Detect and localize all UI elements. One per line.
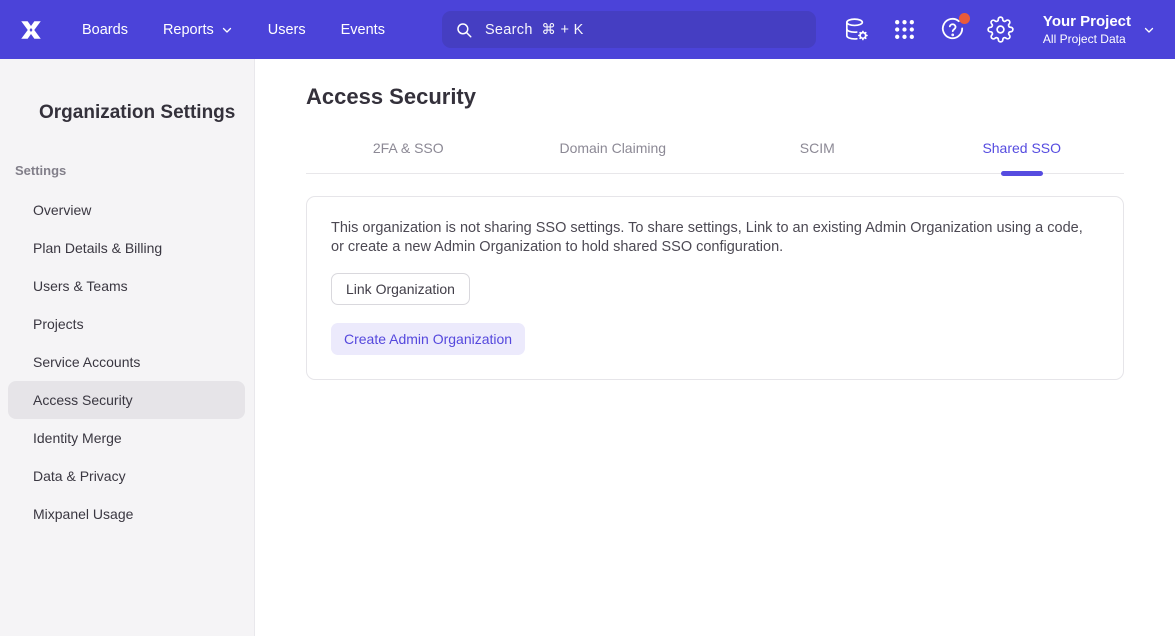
- project-switcher[interactable]: Your Project All Project Data: [1043, 13, 1155, 47]
- tab-2fa-sso[interactable]: 2FA & SSO: [306, 140, 511, 173]
- sidebar-item-identity-merge[interactable]: Identity Merge: [8, 419, 245, 457]
- tab-label: Domain Claiming: [559, 140, 666, 156]
- data-management-icon[interactable]: [843, 16, 870, 43]
- top-navigation-bar: Boards Reports Users Events: [0, 0, 1175, 59]
- search-input[interactable]: [483, 21, 803, 39]
- settings-sidebar: Organization Settings Settings Overview …: [0, 59, 255, 636]
- sidebar-item-overview[interactable]: Overview: [8, 191, 245, 229]
- link-organization-button[interactable]: Link Organization: [331, 273, 470, 305]
- page-title: Access Security: [306, 84, 1124, 110]
- nav-label-events: Events: [341, 22, 385, 38]
- notification-badge: [959, 13, 970, 24]
- nav-item-events[interactable]: Events: [341, 22, 385, 38]
- tab-scim[interactable]: SCIM: [715, 140, 920, 173]
- chevron-down-icon: [1143, 24, 1155, 36]
- nav-item-boards[interactable]: Boards: [82, 22, 128, 38]
- tab-shared-sso[interactable]: Shared SSO: [920, 140, 1125, 173]
- sidebar-section-label: Settings: [15, 163, 254, 178]
- tab-label: 2FA & SSO: [373, 140, 444, 156]
- sidebar-item-data-privacy[interactable]: Data & Privacy: [8, 457, 245, 495]
- search-icon: [455, 21, 473, 39]
- chevron-down-icon: [221, 24, 233, 36]
- shared-sso-description: This organization is not sharing SSO set…: [331, 219, 1093, 257]
- settings-gear-icon[interactable]: [987, 16, 1014, 43]
- sidebar-item-plan-details-billing[interactable]: Plan Details & Billing: [8, 229, 245, 267]
- nav-label-boards: Boards: [82, 22, 128, 38]
- create-admin-organization-button[interactable]: Create Admin Organization: [331, 323, 525, 355]
- nav-label-reports: Reports: [163, 22, 214, 38]
- active-tab-indicator: [1001, 171, 1043, 176]
- help-icon[interactable]: [939, 16, 966, 43]
- access-security-tabs: 2FA & SSO Domain Claiming SCIM Shared SS…: [306, 140, 1124, 174]
- tab-label: Shared SSO: [982, 140, 1061, 156]
- topbar-actions: Your Project All Project Data: [843, 13, 1155, 47]
- project-name: Your Project: [1043, 13, 1131, 31]
- nav-label-users: Users: [268, 22, 306, 38]
- sidebar-title: Organization Settings: [39, 102, 254, 124]
- nav-item-users[interactable]: Users: [268, 22, 306, 38]
- sidebar-item-mixpanel-usage[interactable]: Mixpanel Usage: [8, 495, 245, 533]
- sidebar-item-access-security[interactable]: Access Security: [8, 381, 245, 419]
- sidebar-item-service-accounts[interactable]: Service Accounts: [8, 343, 245, 381]
- mixpanel-logo[interactable]: [16, 15, 46, 45]
- project-data-scope: All Project Data: [1043, 32, 1131, 47]
- shared-sso-card: This organization is not sharing SSO set…: [306, 196, 1124, 380]
- sidebar-item-projects[interactable]: Projects: [8, 305, 245, 343]
- apps-grid-icon[interactable]: [891, 16, 918, 43]
- sidebar-item-users-teams[interactable]: Users & Teams: [8, 267, 245, 305]
- sidebar-nav-list: Overview Plan Details & Billing Users & …: [8, 191, 245, 533]
- search-bar[interactable]: [442, 11, 816, 48]
- nav-item-reports[interactable]: Reports: [163, 22, 233, 38]
- main-content: Access Security 2FA & SSO Domain Claimin…: [255, 59, 1175, 636]
- tab-label: SCIM: [800, 140, 835, 156]
- tab-domain-claiming[interactable]: Domain Claiming: [511, 140, 716, 173]
- main-nav: Boards Reports Users Events: [82, 22, 385, 38]
